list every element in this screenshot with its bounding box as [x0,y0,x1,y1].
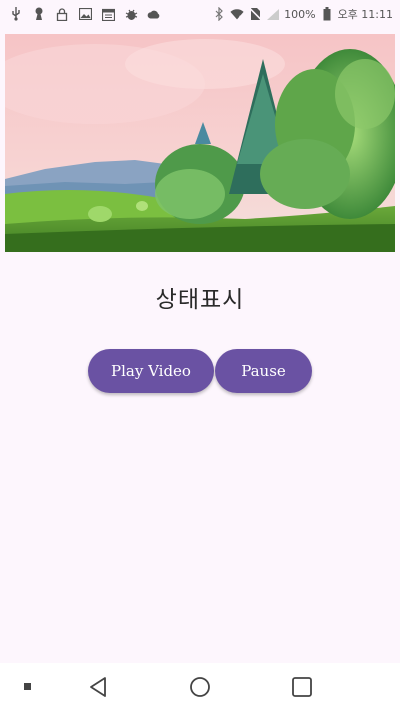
home-icon[interactable] [188,675,212,699]
usb-icon [9,7,23,21]
wifi-icon [230,7,244,21]
play-video-button[interactable]: Play Video [88,349,214,393]
back-icon[interactable] [86,675,110,699]
status-bar-right: 100% 오후 11:11 [212,6,400,22]
keyhole-icon [32,7,46,21]
status-bar: 100% 오후 11:11 [0,0,400,28]
navigation-bar [0,663,400,711]
control-buttons: Play Video Pause [0,349,400,393]
status-bar-left [0,7,161,21]
lock-icon [55,7,69,21]
video-frame-image [5,34,395,252]
cloud-icon [147,7,161,21]
bluetooth-icon [212,7,226,21]
recents-dot-icon[interactable] [16,675,40,699]
calendar-icon [101,7,115,21]
clock: 오후 11:11 [337,8,393,21]
signal-icon [266,7,280,21]
image-icon [78,7,92,21]
battery-percent: 100% [284,7,316,21]
video-player[interactable] [5,34,395,252]
battery-icon [320,7,334,21]
bug-icon [124,7,138,21]
status-text: 상태표시 [155,287,245,313]
pause-button[interactable]: Pause [215,349,312,393]
overview-icon[interactable] [290,675,314,699]
no-sim-icon [248,7,262,21]
